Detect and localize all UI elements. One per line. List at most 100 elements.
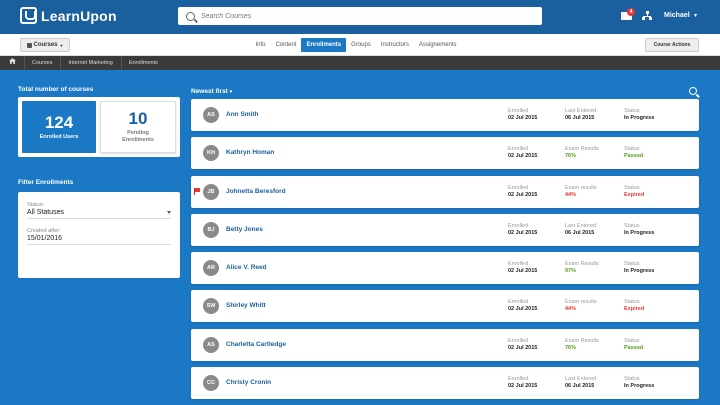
tab-enrollments[interactable]: Enrollments [301, 38, 347, 52]
created-after-input[interactable]: 15/01/2016 [27, 235, 171, 245]
list-item[interactable]: AS Charletta Cartledge Enrolled 02 Jul 2015… [191, 328, 699, 361]
progress-label: Exam Results [565, 146, 599, 153]
notification-badge: 4 [627, 8, 635, 16]
progress-value: 06 Jul 2015 [565, 229, 595, 236]
search-input[interactable] [201, 12, 531, 20]
status-column: Status Passed [624, 146, 643, 159]
tab-instructors[interactable]: Instructors [376, 38, 414, 52]
avatar: AS [203, 336, 219, 353]
learner-name[interactable]: Betty Jones [226, 226, 263, 233]
list-item[interactable]: AS Ann Smith Enrolled 02 Jul 2015 Last Enter… [191, 99, 699, 131]
tab-info[interactable]: Info [250, 38, 270, 52]
status-label: Status [624, 261, 640, 268]
avatar: AR [203, 260, 219, 277]
list-item[interactable]: AR Alice V. Reed Enrolled 02 Jul 2015 Exam R… [191, 252, 699, 285]
breadcrumb-course[interactable]: Internet Marketing [60, 56, 120, 70]
totals-card: 124 Enrolled Users 10 Pending Enrollment… [18, 97, 180, 157]
learner-name[interactable]: Charletta Cartledge [226, 341, 286, 348]
enrolled-date: 02 Jul 2015 [508, 229, 538, 236]
enrolled-date: 02 Jul 2015 [508, 306, 538, 313]
tab-groups[interactable]: Groups [346, 38, 376, 52]
enrolled-column: Enrolled 02 Jul 2015 [508, 223, 537, 236]
enrolled-label: Enrolled [508, 299, 529, 306]
progress-label: Last Entered [565, 222, 597, 229]
sort-dropdown[interactable]: Newest first ▾ [191, 88, 232, 95]
enrolled-date: 02 Jul 2015 [508, 344, 538, 351]
status-column: Status In Progress [624, 223, 654, 236]
enrolled-date: 02 Jul 2015 [508, 268, 538, 275]
progress-value: 06 Jul 2015 [565, 115, 595, 121]
status-filter-label: Status: [27, 202, 45, 208]
enrolled-label: Enrolled [508, 222, 529, 229]
status-filter-select[interactable]: All Statuses [27, 209, 171, 219]
flag-icon [194, 187, 201, 195]
progress-column: Exam Results 76% [565, 146, 599, 159]
status-badge: In Progress [624, 268, 655, 275]
pending-enrollments-tile[interactable]: 10 Pending Enrollments [100, 101, 176, 153]
status-badge: In Progress [624, 229, 655, 236]
avatar: JB [203, 183, 219, 200]
user-menu[interactable]: Michael [664, 12, 690, 19]
status-badge: In Progress [624, 383, 655, 390]
pending-count: 10 [128, 109, 148, 128]
home-icon[interactable] [0, 56, 24, 70]
logo[interactable]: LearnUpon [20, 7, 117, 24]
enrolled-label: Enrolled Users [39, 133, 79, 140]
status-label: Status [624, 222, 640, 229]
progress-column: Last Entered 06 Jul 2015 [565, 223, 596, 236]
logo-text: LearnUpon [41, 7, 117, 24]
list-item[interactable]: JB Johnetta Beresford Enrolled 02 Jul 2015 E… [191, 175, 699, 208]
list-item[interactable]: SW Shirley Whitt Enrolled 02 Jul 2015 Exam r… [191, 290, 699, 323]
enrolled-users-tile[interactable]: 124 Enrolled Users [22, 101, 96, 153]
enrolled-date: 02 Jul 2015 [508, 191, 538, 198]
status-badge: In Progress [624, 115, 655, 121]
enrolled-column: Enrolled 02 Jul 2015 [508, 376, 537, 389]
course-actions-button[interactable]: Course Actions [645, 38, 699, 52]
courses-menu-button[interactable]: Courses ▼ [20, 38, 70, 52]
enrolled-label: Enrolled [508, 108, 529, 114]
enrolled-label: Enrolled [508, 146, 529, 153]
progress-label: Exam results [565, 299, 597, 306]
breadcrumb-courses[interactable]: Courses [24, 56, 60, 70]
learner-name[interactable]: Alice V. Reed [226, 264, 267, 271]
caret-down-icon: ▼ [59, 42, 64, 48]
search-icon[interactable] [689, 87, 697, 95]
enrolled-column: Enrolled 02 Jul 2015 [508, 146, 537, 159]
enrolled-column: Enrolled 02 Jul 2015 [508, 299, 537, 312]
status-label: Status [624, 108, 640, 114]
filter-title: Filter Enrollments [18, 179, 74, 186]
learner-name[interactable]: Shirley Whitt [226, 302, 266, 309]
breadcrumb-enrollments[interactable]: Enrollments [120, 56, 166, 70]
status-column: Status In Progress [624, 261, 654, 274]
list-item[interactable]: CC Christy Cronin Enrolled 02 Jul 2015 Last … [191, 367, 699, 400]
progress-column: Exam Results 97% [565, 261, 599, 274]
learner-name[interactable]: Kathryn Homan [226, 149, 274, 156]
left-panel: Total number of courses 124 Enrolled Use… [18, 86, 180, 278]
status-badge: Expired [624, 191, 645, 198]
chevron-down-icon[interactable]: ▾ [694, 12, 697, 19]
progress-value: 44% [565, 306, 577, 313]
created-after-label: Created after: [27, 228, 61, 234]
enrolled-column: Enrolled 02 Jul 2015 [508, 261, 537, 274]
enrolled-label: Enrolled [508, 261, 529, 268]
enrolled-column: Enrolled 02 Jul 2015 [508, 338, 537, 351]
list-item[interactable]: KH Kathryn Homan Enrolled 02 Jul 2015 Exam R… [191, 137, 699, 170]
learner-name[interactable]: Ann Smith [226, 111, 259, 118]
progress-column: Last Entered 06 Jul 2015 [565, 108, 596, 121]
avatar: AS [203, 107, 219, 123]
tab-content[interactable]: Content [270, 38, 301, 52]
breadcrumb: Courses Internet Marketing Enrollments [0, 56, 720, 70]
progress-value: 06 Jul 2015 [565, 383, 595, 390]
top-bar: LearnUpon 4 Michael ▾ [0, 0, 720, 34]
learner-name[interactable]: Johnetta Beresford [226, 188, 286, 195]
learner-name[interactable]: Christy Cronin [226, 379, 271, 386]
progress-label: Last Entered [565, 108, 597, 114]
sub-nav: Courses ▼ Info Content Enrollments Groups In… [0, 34, 720, 56]
enrolled-column: Enrolled 02 Jul 2015 [508, 108, 537, 121]
tab-assignements[interactable]: Assignements [414, 38, 462, 52]
org-chart-icon[interactable] [642, 11, 652, 21]
list-item[interactable]: BJ Betty Jones Enrolled 02 Jul 2015 Last Ent… [191, 213, 699, 246]
sort-label: Newest first [191, 88, 228, 95]
progress-label: Exam Results [565, 337, 599, 344]
status-badge: Passed [624, 344, 644, 351]
